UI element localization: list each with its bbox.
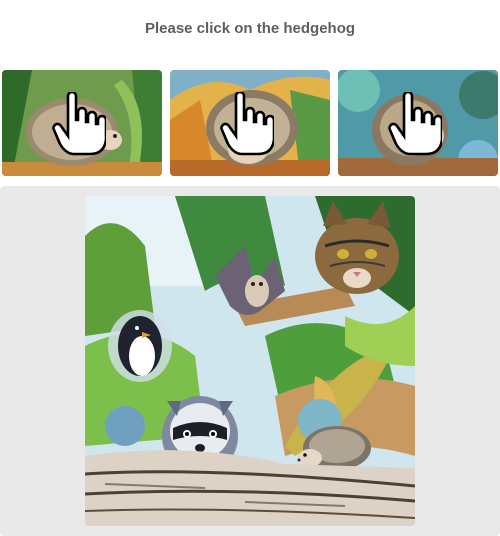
example-image-3 — [338, 70, 498, 176]
example-image-2 — [170, 70, 330, 176]
hand-pointer-icon — [52, 92, 106, 156]
challenge-image[interactable] — [85, 196, 415, 526]
example-images-row — [2, 70, 498, 176]
instruction-text: Please click on the hedgehog — [144, 20, 356, 37]
hand-pointer-icon — [388, 92, 442, 156]
example-image-1 — [2, 70, 162, 176]
hand-pointer-icon — [220, 92, 274, 156]
challenge-panel — [0, 186, 500, 536]
